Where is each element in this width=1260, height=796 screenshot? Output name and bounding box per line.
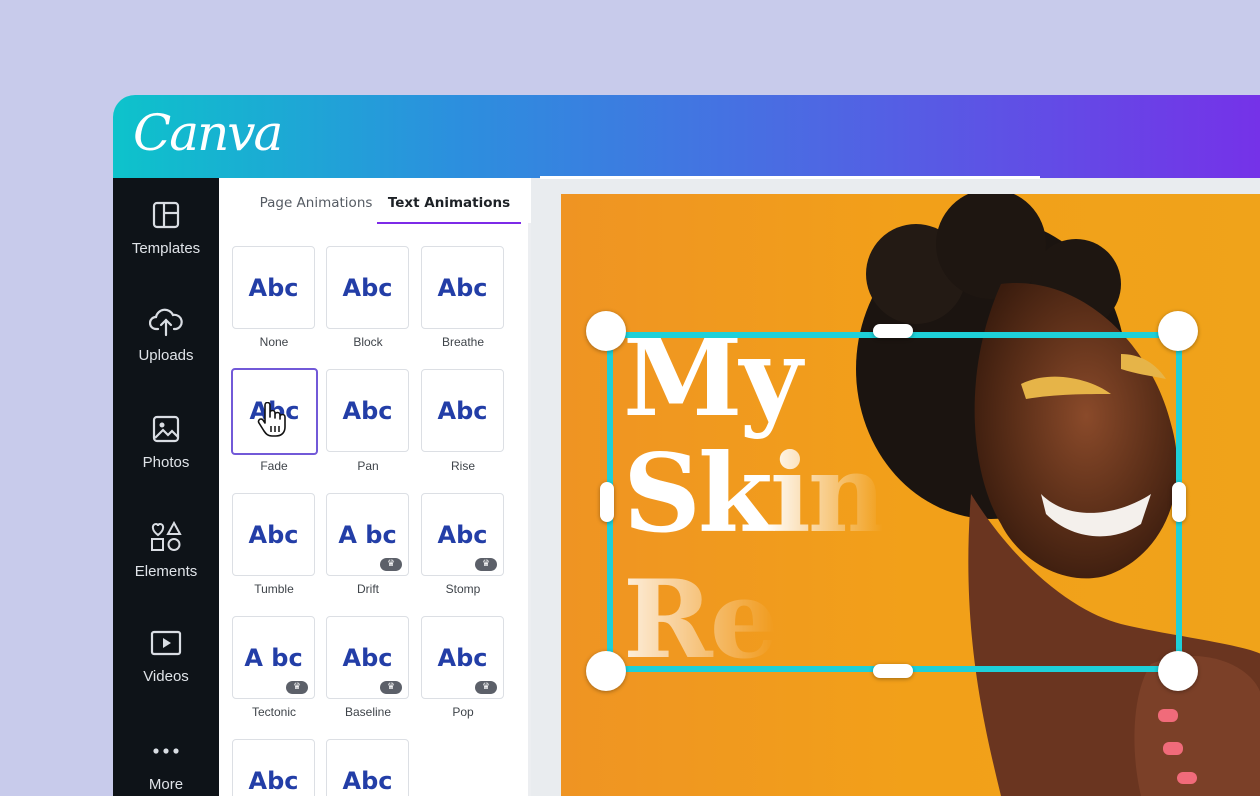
animation-card[interactable]: Abc — [326, 739, 409, 796]
resize-handle-bottom-left[interactable] — [586, 651, 626, 691]
more-dots-icon — [153, 748, 179, 754]
animation-preview-text: Abc — [248, 767, 299, 795]
tab-page-animations[interactable]: Page Animations — [241, 178, 391, 222]
animation-preview-text: Abc — [342, 274, 393, 302]
app-window: Canva Templates Uploads Photos Elements … — [113, 95, 1260, 796]
resize-handle-top-left[interactable] — [586, 311, 626, 351]
animation-preview-text: Abc — [437, 397, 488, 425]
sidebar-item-photos[interactable]: Photos — [113, 414, 219, 504]
canva-logo[interactable]: Canva — [133, 103, 283, 163]
sidebar-item-templates[interactable]: Templates — [113, 200, 219, 290]
pro-crown-icon: ♛ — [475, 558, 497, 571]
animation-card-drift[interactable]: A bc ♛ — [326, 493, 409, 576]
video-icon — [150, 630, 182, 656]
animation-card-fade[interactable]: Abc — [231, 368, 318, 455]
animation-label-baseline: Baseline — [344, 705, 392, 719]
design-canvas[interactable]: My Skin Re — [561, 194, 1260, 796]
sidebar-label-templates: Templates — [131, 240, 201, 257]
pro-crown-icon: ♛ — [380, 558, 402, 571]
templates-icon — [152, 201, 180, 229]
image-icon — [152, 415, 180, 443]
resize-handle-bottom[interactable] — [873, 664, 913, 678]
animation-preview-text: Abc — [248, 274, 299, 302]
resize-handle-left[interactable] — [600, 482, 614, 522]
animation-preview-text: Abc — [437, 274, 488, 302]
animation-label-breathe: Breathe — [441, 335, 485, 349]
animation-preview-text: Abc — [342, 767, 393, 795]
shapes-icon — [151, 521, 182, 551]
sidebar-label-more: More — [148, 776, 184, 793]
animation-card-baseline[interactable]: Abc ♛ — [326, 616, 409, 699]
tab-text-animations[interactable]: Text Animations — [377, 178, 521, 224]
animation-card-pan[interactable]: Abc — [326, 369, 409, 452]
animations-panel: Page Animations Text Animations Abc None… — [219, 178, 531, 796]
animation-label-drift: Drift — [357, 582, 379, 596]
animation-label-none: None — [259, 335, 289, 349]
top-bar: Canva — [113, 95, 1260, 178]
resize-handle-top[interactable] — [873, 324, 913, 338]
sidebar: Templates Uploads Photos Elements Videos… — [113, 178, 219, 796]
panel-scrollbar[interactable] — [528, 223, 531, 796]
sidebar-label-photos: Photos — [142, 454, 190, 471]
upload-icon — [149, 308, 183, 337]
animation-card-block[interactable]: Abc — [326, 246, 409, 329]
pro-crown-icon: ♛ — [475, 681, 497, 694]
animation-preview-text: Abc — [342, 397, 393, 425]
sidebar-label-elements: Elements — [134, 563, 198, 580]
sidebar-item-more[interactable]: More — [113, 736, 219, 796]
animation-label-pop: Pop — [452, 705, 474, 719]
sidebar-label-videos: Videos — [143, 668, 189, 685]
resize-handle-bottom-right[interactable] — [1158, 651, 1198, 691]
hand-cursor-icon — [257, 402, 286, 437]
text-selection-box[interactable] — [607, 332, 1182, 672]
resize-handle-right[interactable] — [1172, 482, 1186, 522]
sidebar-label-uploads: Uploads — [138, 347, 194, 364]
sidebar-item-videos[interactable]: Videos — [113, 628, 219, 718]
sidebar-item-elements[interactable]: Elements — [113, 521, 219, 611]
animation-label-pan: Pan — [357, 459, 379, 473]
sidebar-item-uploads[interactable]: Uploads — [113, 307, 219, 397]
animation-card-rise[interactable]: Abc — [421, 369, 504, 452]
animation-label-stomp: Stomp — [445, 582, 481, 596]
animation-label-rise: Rise — [450, 459, 475, 473]
animation-card-pop[interactable]: Abc ♛ — [421, 616, 504, 699]
animation-label-fade: Fade — [260, 459, 288, 473]
animation-label-tectonic: Tectonic — [251, 705, 297, 719]
animation-card-breathe[interactable]: Abc — [421, 246, 504, 329]
animation-card-tumble[interactable]: Abc — [232, 493, 315, 576]
animation-card[interactable]: Abc — [232, 739, 315, 796]
resize-handle-top-right[interactable] — [1158, 311, 1198, 351]
animation-grid: Abc None Abc Block Abc Breathe Abc — [219, 230, 515, 796]
animation-label-block: Block — [353, 335, 383, 349]
animation-card-tectonic[interactable]: A bc ♛ — [232, 616, 315, 699]
pro-crown-icon: ♛ — [380, 681, 402, 694]
animation-card-none[interactable]: Abc — [232, 246, 315, 329]
canvas-top-edge — [540, 176, 1040, 179]
animation-card-stomp[interactable]: Abc ♛ — [421, 493, 504, 576]
pro-crown-icon: ♛ — [286, 681, 308, 694]
animation-label-tumble: Tumble — [254, 582, 294, 596]
animation-preview-text: Abc — [248, 521, 299, 549]
